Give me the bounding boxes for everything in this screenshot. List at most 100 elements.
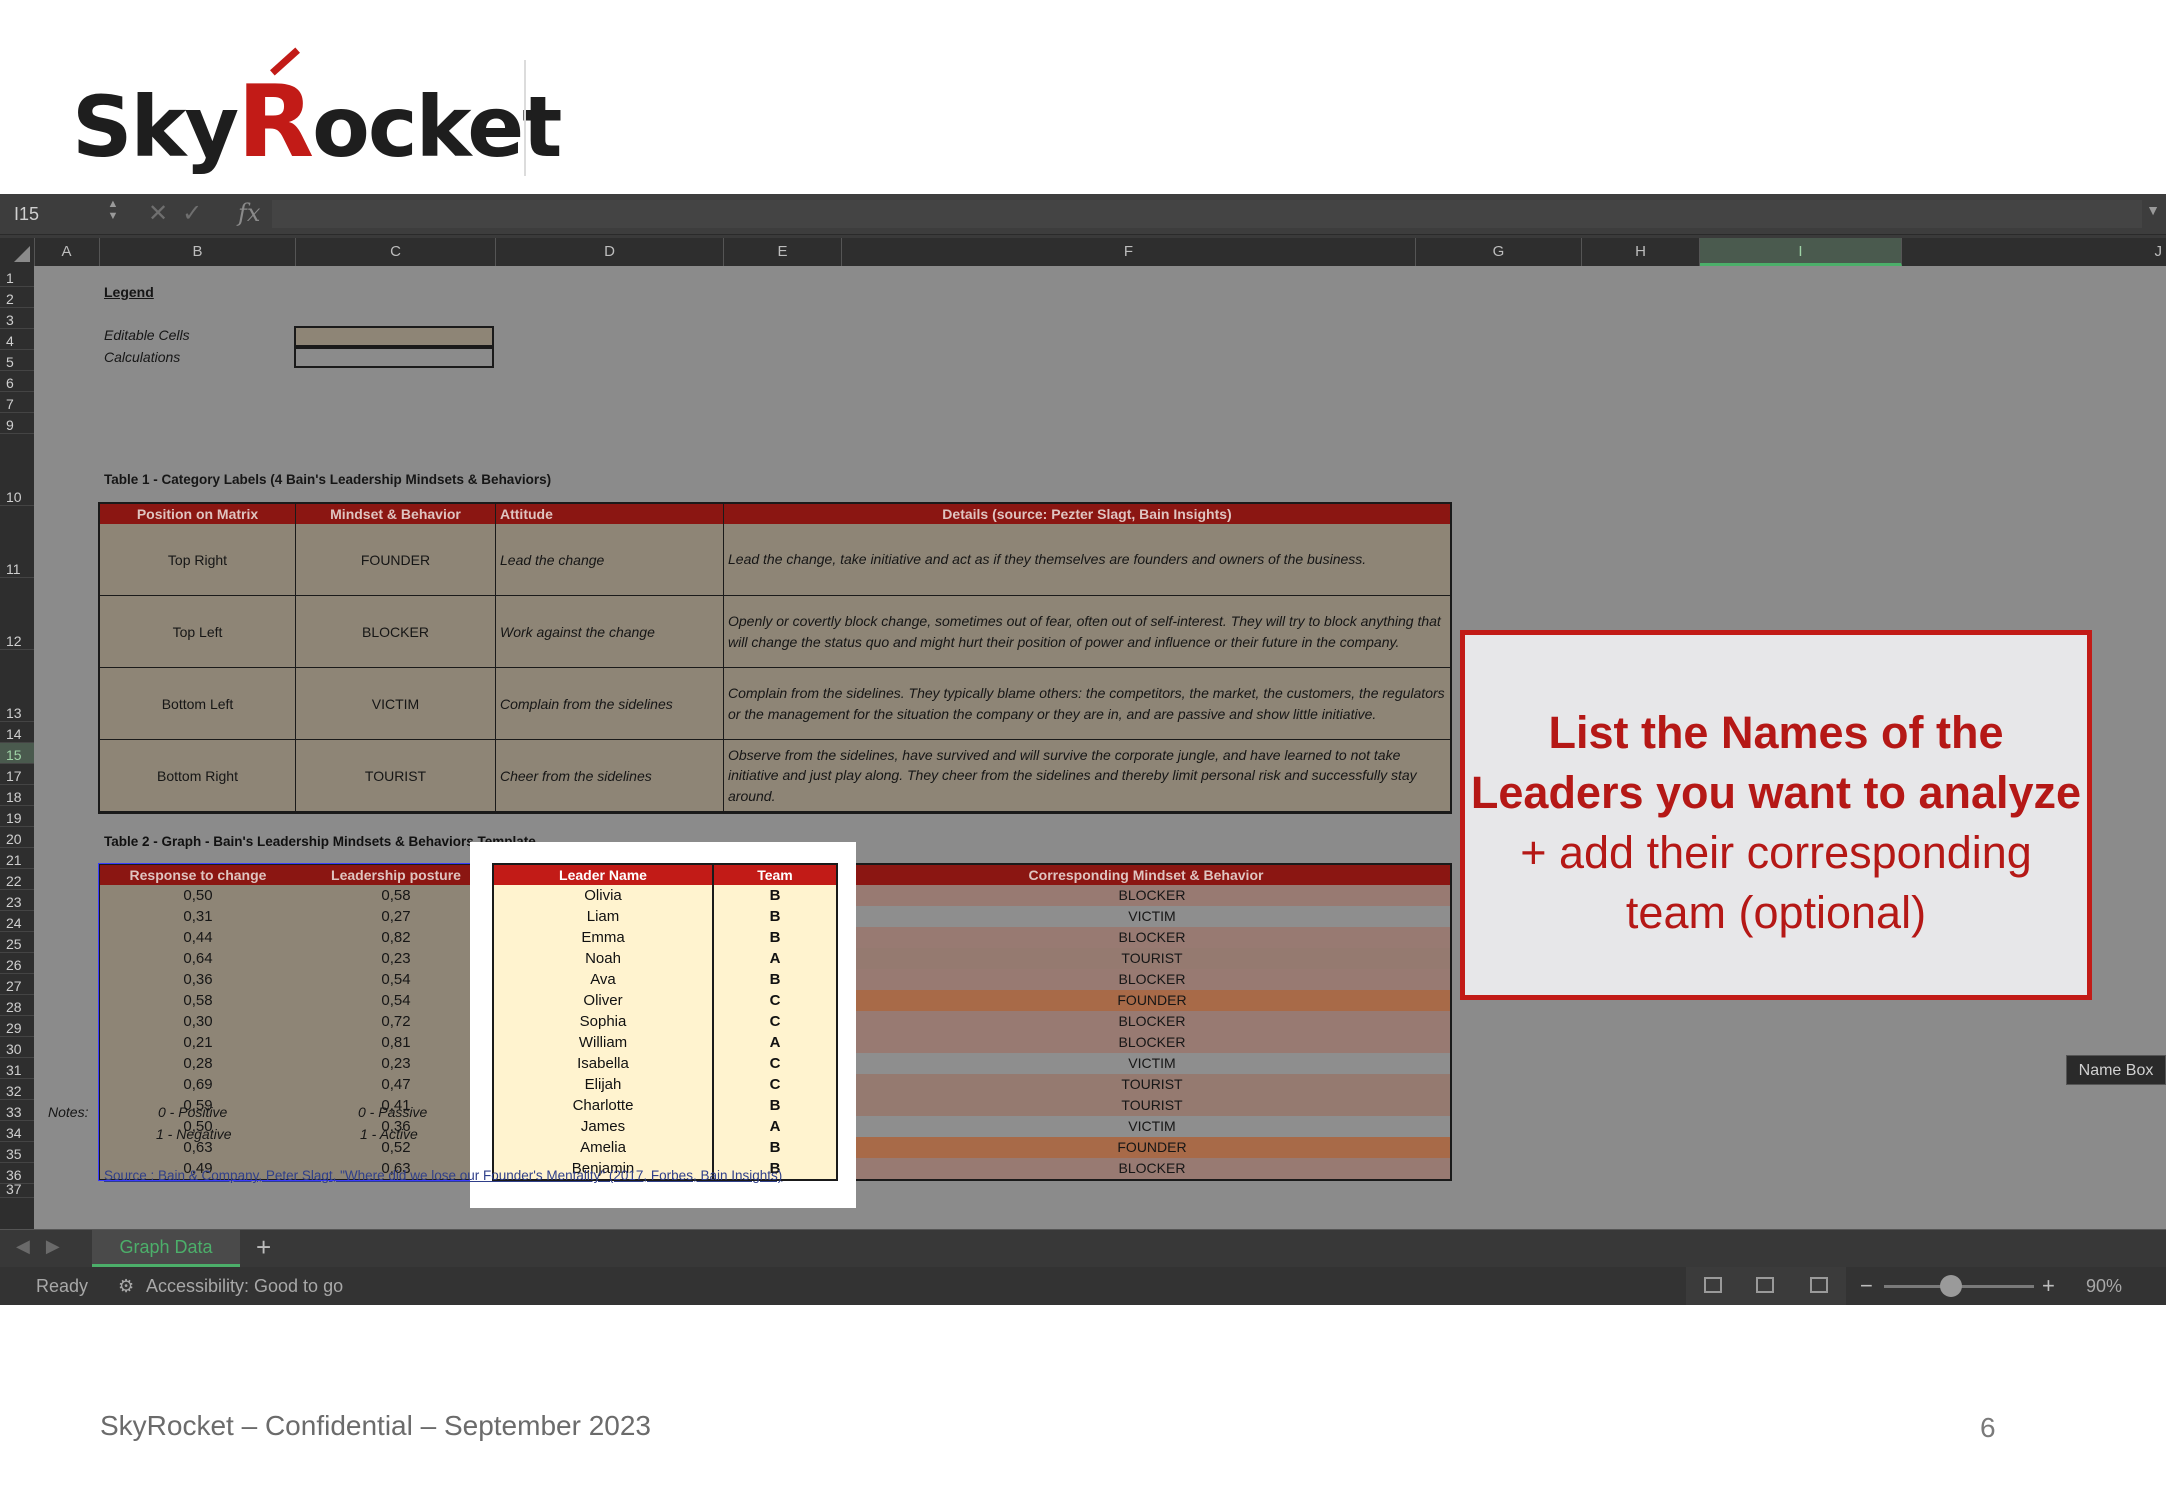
sheet-tab-graph-data[interactable]: Graph Data <box>92 1230 240 1267</box>
leader-name-cell[interactable]: Amelia <box>494 1137 712 1158</box>
leader-name-cell[interactable]: James <box>494 1116 712 1137</box>
table1-cell[interactable]: TOURIST <box>296 740 496 812</box>
team-cell[interactable]: C <box>714 1011 836 1032</box>
chevron-down-icon[interactable]: ▼ <box>2146 202 2160 218</box>
formula-input[interactable] <box>272 200 2142 228</box>
column-header-b[interactable]: B <box>100 238 296 266</box>
table1-cell[interactable]: VICTIM <box>296 668 496 740</box>
team-cell[interactable]: A <box>714 1116 836 1137</box>
mindset-value[interactable]: BLOCKER <box>854 1158 1450 1179</box>
row-header[interactable]: 37 <box>0 1181 34 1198</box>
mindset-value[interactable]: TOURIST <box>854 1074 1450 1095</box>
row-header[interactable]: 13 <box>0 650 34 722</box>
normal-view-icon[interactable] <box>1704 1277 1722 1293</box>
row-header[interactable]: 31 <box>0 1058 34 1079</box>
row-header[interactable]: 6 <box>0 371 34 392</box>
column-header-i[interactable]: I <box>1700 238 1902 266</box>
mindset-value[interactable]: VICTIM <box>854 1116 1450 1137</box>
zoom-in-button[interactable]: + <box>2042 1267 2055 1305</box>
column-header-f[interactable]: F <box>842 238 1416 266</box>
row-header[interactable]: 22 <box>0 869 34 890</box>
row-header[interactable]: 12 <box>0 578 34 650</box>
row-header[interactable]: 25 <box>0 932 34 953</box>
row-header[interactable]: 9 <box>0 413 34 434</box>
row-header[interactable]: 24 <box>0 911 34 932</box>
formula-cancel-confirm-icons[interactable]: ✕✓ <box>148 198 216 230</box>
table1-cell[interactable]: Cheer from the sidelines <box>496 740 724 812</box>
row-header[interactable]: 15 <box>0 743 34 764</box>
leader-name-cell[interactable]: Olivia <box>494 885 712 906</box>
team-cell[interactable]: B <box>714 1095 836 1116</box>
row-header[interactable]: 23 <box>0 890 34 911</box>
mindset-value[interactable]: TOURIST <box>854 948 1450 969</box>
row-header[interactable]: 11 <box>0 506 34 578</box>
mindset-value[interactable]: BLOCKER <box>854 969 1450 990</box>
status-accessibility[interactable]: Accessibility: Good to go <box>146 1267 343 1305</box>
table1-cell[interactable]: FOUNDER <box>296 524 496 596</box>
leader-name-cell[interactable]: Elijah <box>494 1074 712 1095</box>
leader-name-cell[interactable]: William <box>494 1032 712 1053</box>
column-header-e[interactable]: E <box>724 238 842 266</box>
leader-name-cell[interactable]: Noah <box>494 948 712 969</box>
row-header[interactable]: 34 <box>0 1121 34 1142</box>
row-header[interactable]: 5 <box>0 350 34 371</box>
team-cell[interactable]: B <box>714 1137 836 1158</box>
table1-cell[interactable]: BLOCKER <box>296 596 496 668</box>
select-all-corner[interactable] <box>0 238 35 266</box>
row-header[interactable]: 28 <box>0 995 34 1016</box>
leader-name-cell[interactable]: Emma <box>494 927 712 948</box>
row-header[interactable]: 32 <box>0 1079 34 1100</box>
zoom-level[interactable]: 90% <box>2086 1267 2122 1305</box>
name-box-stepper-icon[interactable]: ▲ ▼ <box>106 198 120 222</box>
mindset-value[interactable]: TOURIST <box>854 1095 1450 1116</box>
table1-cell[interactable]: Complain from the sidelines <box>496 668 724 740</box>
row-header[interactable]: 21 <box>0 848 34 869</box>
row-header[interactable]: 33 <box>0 1100 34 1121</box>
leader-name-cell[interactable]: Isabella <box>494 1053 712 1074</box>
team-cell[interactable]: C <box>714 1053 836 1074</box>
team-cell[interactable]: A <box>714 948 836 969</box>
row-header[interactable]: 1 <box>0 266 34 287</box>
source-link[interactable]: Source : Bain & Company, Peter Slagt, "W… <box>104 1168 782 1184</box>
mindset-value[interactable]: VICTIM <box>854 906 1450 927</box>
mindset-value[interactable]: BLOCKER <box>854 885 1450 906</box>
leader-name-cell[interactable]: Sophia <box>494 1011 712 1032</box>
mindset-value[interactable]: BLOCKER <box>854 1032 1450 1053</box>
row-header[interactable]: 20 <box>0 827 34 848</box>
zoom-slider-thumb[interactable] <box>1940 1275 1962 1297</box>
table1-cell[interactable]: Top Right <box>100 524 296 596</box>
table1-cell[interactable]: Openly or covertly block change, sometim… <box>724 596 1450 668</box>
team-cell[interactable]: B <box>714 927 836 948</box>
row-header[interactable]: 18 <box>0 785 34 806</box>
row-header[interactable]: 27 <box>0 974 34 995</box>
team-cell[interactable]: A <box>714 1032 836 1053</box>
table1-cell[interactable]: Complain from the sidelines. They typica… <box>724 668 1450 740</box>
team-cell[interactable]: C <box>714 1074 836 1095</box>
row-header[interactable]: 29 <box>0 1016 34 1037</box>
table1-cell[interactable]: Lead the change <box>496 524 724 596</box>
column-header-d[interactable]: D <box>496 238 724 266</box>
mindset-value[interactable]: FOUNDER <box>854 990 1450 1011</box>
column-header-a[interactable]: A <box>34 238 100 266</box>
mindset-value[interactable]: BLOCKER <box>854 927 1450 948</box>
team-cell[interactable]: B <box>714 906 836 927</box>
column-header-h[interactable]: H <box>1582 238 1700 266</box>
page-break-view-icon[interactable] <box>1810 1277 1828 1293</box>
team-cell[interactable]: B <box>714 969 836 990</box>
leader-name-cell[interactable]: Ava <box>494 969 712 990</box>
table1-cell[interactable]: Observe from the sidelines, have survive… <box>724 740 1450 812</box>
table1-cell[interactable]: Bottom Left <box>100 668 296 740</box>
row-header[interactable]: 30 <box>0 1037 34 1058</box>
function-icon[interactable]: fx <box>238 196 260 230</box>
leader-name-cell[interactable]: Charlotte <box>494 1095 712 1116</box>
table1-cell[interactable]: Work against the change <box>496 596 724 668</box>
column-header-j[interactable]: J <box>1902 238 2166 266</box>
leader-name-cell[interactable]: Oliver <box>494 990 712 1011</box>
sheet-nav-arrows-icon[interactable]: ◀▶ <box>16 1236 76 1257</box>
row-header[interactable]: 7 <box>0 392 34 413</box>
row-header[interactable]: 26 <box>0 953 34 974</box>
row-header[interactable]: 2 <box>0 287 34 308</box>
team-cell[interactable]: B <box>714 885 836 906</box>
mindset-value[interactable]: BLOCKER <box>854 1011 1450 1032</box>
mindset-value[interactable]: VICTIM <box>854 1053 1450 1074</box>
